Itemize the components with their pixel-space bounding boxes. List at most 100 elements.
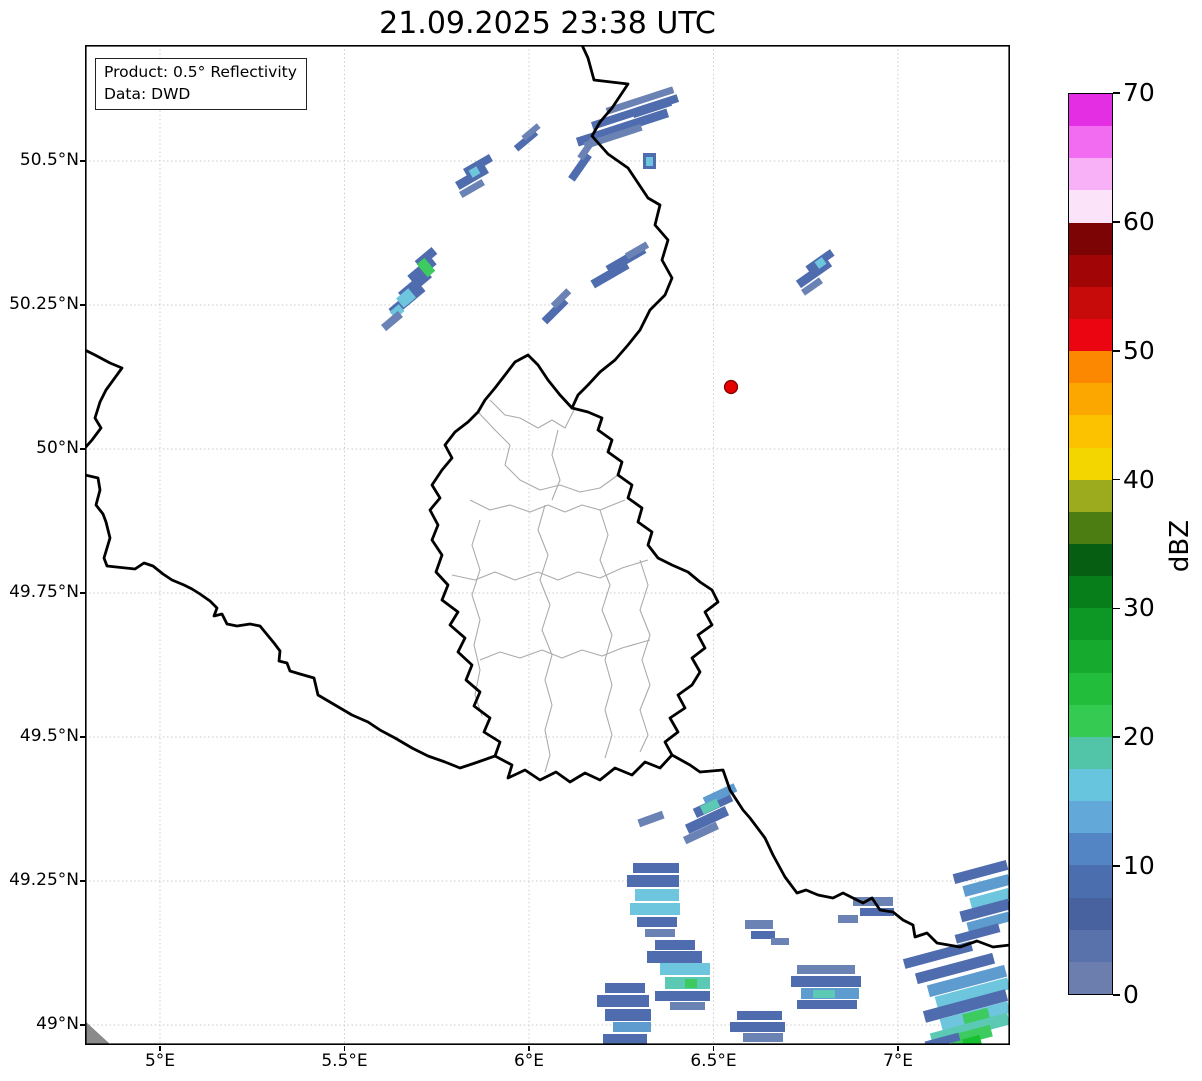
radar-echo bbox=[645, 929, 675, 937]
colorbar-segment bbox=[1069, 769, 1112, 801]
radar-echo bbox=[605, 1009, 651, 1021]
radar-map bbox=[85, 45, 1010, 1045]
lat-tick-mark bbox=[80, 448, 85, 450]
lat-tick-mark bbox=[80, 304, 85, 306]
colorbar-tick-mark bbox=[1113, 350, 1120, 352]
colorbar-segment bbox=[1069, 801, 1112, 833]
colorbar-segment bbox=[1069, 640, 1112, 672]
colorbar-segment bbox=[1069, 158, 1112, 190]
colorbar-tick-label: 0 bbox=[1123, 981, 1139, 1009]
lon-tick-mark bbox=[897, 1046, 899, 1051]
colorbar-segment bbox=[1069, 865, 1112, 897]
colorbar-segment bbox=[1069, 512, 1112, 544]
colorbar-tick-mark bbox=[1113, 608, 1120, 610]
colorbar-tick-mark bbox=[1113, 994, 1120, 996]
product-info-box: Product: 0.5° Reflectivity Data: DWD bbox=[95, 58, 307, 110]
colorbar-tick-mark bbox=[1113, 865, 1120, 867]
colorbar-tick-mark bbox=[1113, 92, 1120, 94]
colorbar-segment bbox=[1069, 898, 1112, 930]
lon-tick-label: 7°E bbox=[853, 1051, 943, 1071]
radar-echo bbox=[685, 979, 697, 988]
radar-echo bbox=[737, 1011, 782, 1020]
reflectivity-colorbar bbox=[1068, 93, 1113, 995]
colorbar-tick-label: 30 bbox=[1123, 594, 1155, 622]
colorbar-tick-label: 70 bbox=[1123, 79, 1155, 107]
colorbar-segment bbox=[1069, 544, 1112, 576]
colorbar-segment bbox=[1069, 126, 1112, 158]
colorbar-segment bbox=[1069, 383, 1112, 415]
radar-echo bbox=[646, 157, 653, 166]
radar-echo bbox=[791, 976, 861, 987]
radar-echo bbox=[633, 863, 679, 873]
timestamp-title: 21.09.2025 23:38 UTC bbox=[85, 6, 1010, 41]
lat-tick-mark bbox=[80, 880, 85, 882]
lon-tick-label: 5.5°E bbox=[300, 1051, 390, 1071]
lat-tick-label: 49°N bbox=[0, 1014, 79, 1034]
radar-echo bbox=[771, 938, 789, 945]
map-background bbox=[85, 45, 1010, 1045]
colorbar-segment bbox=[1069, 673, 1112, 705]
colorbar-segment bbox=[1069, 415, 1112, 447]
radar-echo bbox=[647, 951, 702, 963]
lon-tick-mark bbox=[713, 1046, 715, 1051]
radar-echo bbox=[797, 1000, 857, 1009]
lat-tick-mark bbox=[80, 1024, 85, 1026]
radar-echo bbox=[603, 1034, 647, 1044]
colorbar-segment bbox=[1069, 608, 1112, 640]
colorbar-segment bbox=[1069, 94, 1112, 126]
colorbar-tick-label: 60 bbox=[1123, 208, 1155, 236]
radar-echo bbox=[605, 983, 645, 993]
lon-tick-label: 6°E bbox=[484, 1051, 574, 1071]
lat-tick-label: 49.25°N bbox=[0, 870, 79, 890]
radar-echo bbox=[838, 915, 858, 923]
lat-tick-mark bbox=[80, 736, 85, 738]
radar-echo bbox=[660, 963, 710, 975]
lat-tick-label: 50°N bbox=[0, 438, 79, 458]
radar-figure: 21.09.2025 23:38 UTC Product: 0.5° Refle… bbox=[0, 0, 1202, 1081]
colorbar-tick-label: 40 bbox=[1123, 466, 1155, 494]
colorbar-segment bbox=[1069, 705, 1112, 737]
lat-tick-label: 50.5°N bbox=[0, 150, 79, 170]
colorbar-segment bbox=[1069, 255, 1112, 287]
radar-echo bbox=[797, 965, 855, 974]
radar-echo bbox=[751, 931, 775, 939]
colorbar-tick-mark bbox=[1113, 221, 1120, 223]
colorbar-segment bbox=[1069, 351, 1112, 383]
map-canvas bbox=[85, 45, 1010, 1045]
lon-tick-mark bbox=[344, 1046, 346, 1051]
lon-tick-mark bbox=[528, 1046, 530, 1051]
lon-tick-mark bbox=[159, 1046, 161, 1051]
radar-echo bbox=[655, 940, 695, 950]
radar-echo bbox=[745, 920, 773, 929]
colorbar-segment bbox=[1069, 223, 1112, 255]
colorbar-tick-label: 20 bbox=[1123, 723, 1155, 751]
lat-tick-label: 50.25°N bbox=[0, 294, 79, 314]
radar-echo bbox=[635, 889, 679, 901]
colorbar-tick-mark bbox=[1113, 736, 1120, 738]
radar-site-marker bbox=[725, 381, 738, 394]
radar-echo bbox=[813, 990, 835, 998]
colorbar-tick-label: 10 bbox=[1123, 852, 1155, 880]
lon-tick-label: 6.5°E bbox=[669, 1051, 759, 1071]
colorbar-segment bbox=[1069, 930, 1112, 962]
radar-echo bbox=[613, 1022, 651, 1032]
colorbar-segment bbox=[1069, 480, 1112, 512]
product-line: Product: 0.5° Reflectivity bbox=[104, 62, 297, 84]
lon-tick-label: 5°E bbox=[115, 1051, 205, 1071]
colorbar-segment bbox=[1069, 737, 1112, 769]
radar-echo bbox=[597, 995, 649, 1007]
radar-echo bbox=[730, 1022, 785, 1032]
colorbar-segment bbox=[1069, 576, 1112, 608]
lat-tick-mark bbox=[80, 592, 85, 594]
colorbar-segment bbox=[1069, 287, 1112, 319]
colorbar-tick-mark bbox=[1113, 479, 1120, 481]
colorbar-segment bbox=[1069, 962, 1112, 994]
radar-echo bbox=[655, 991, 710, 1001]
radar-echo bbox=[637, 917, 677, 927]
colorbar-segment bbox=[1069, 448, 1112, 480]
radar-echo bbox=[670, 1002, 705, 1010]
lat-tick-label: 49.5°N bbox=[0, 726, 79, 746]
lat-tick-mark bbox=[80, 160, 85, 162]
colorbar-axis-label: dBZ bbox=[1165, 501, 1195, 591]
radar-echo bbox=[743, 1033, 783, 1042]
